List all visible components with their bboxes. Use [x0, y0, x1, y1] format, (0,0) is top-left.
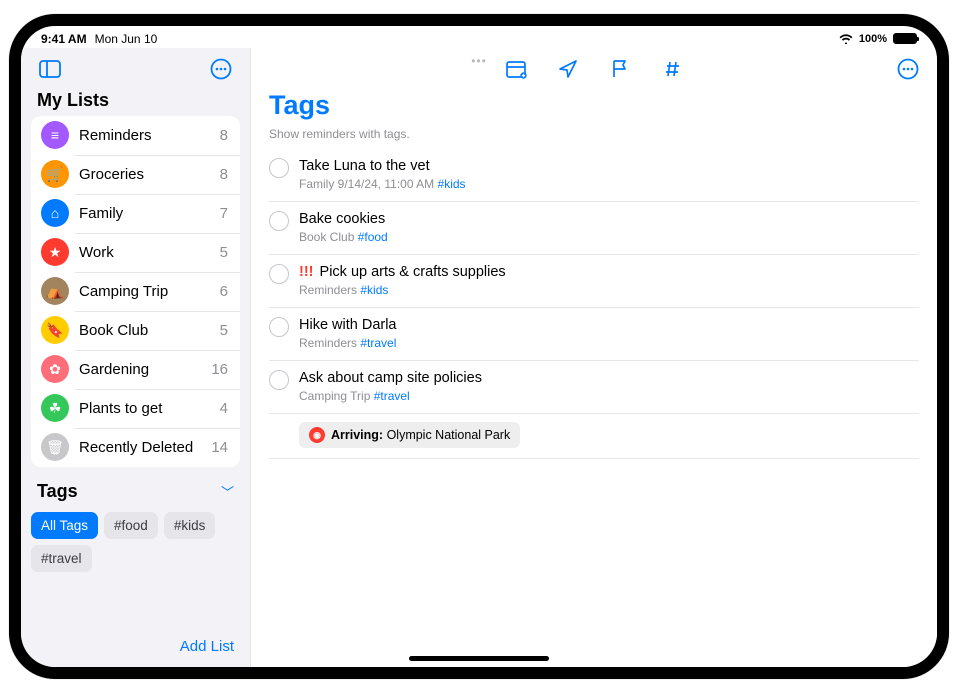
tag-alltags[interactable]: All Tags — [31, 512, 98, 539]
tag-kids[interactable]: #kids — [164, 512, 216, 539]
reminder-meta: Reminders #travel — [299, 336, 919, 350]
leaf-icon: ☘ — [41, 394, 69, 422]
list-name: Groceries — [79, 166, 220, 183]
reminder-row[interactable]: Bake cookies Book Club #food — [269, 202, 919, 255]
main-more-icon[interactable] — [893, 54, 923, 84]
list-name: Recently Deleted — [79, 439, 211, 456]
list-count: 6 — [220, 283, 228, 300]
reminder-title: !!! Pick up arts & crafts supplies — [299, 263, 919, 281]
reminder-title: Bake cookies — [299, 210, 919, 228]
status-time: 9:41 AM — [41, 32, 87, 46]
sidebar-list-recently-deleted[interactable]: 🗑 Recently Deleted 14 — [31, 428, 240, 467]
list-count: 5 — [220, 322, 228, 339]
more-icon[interactable] — [206, 54, 236, 84]
reminder-meta: Reminders #kids — [299, 283, 919, 297]
sidebar: My Lists ≡ Reminders 8🛒 Groceries 8⌂ Fam… — [21, 48, 251, 667]
reminder-title: Ask about camp site policies — [299, 369, 919, 387]
reminder-meta: Camping Trip #travel — [299, 389, 919, 403]
list-name: Gardening — [79, 361, 211, 378]
battery-icon — [893, 33, 917, 44]
list-name: Work — [79, 244, 220, 261]
bookmark-icon: 🔖 — [41, 316, 69, 344]
list-name: Family — [79, 205, 220, 222]
sidebar-list-groceries[interactable]: 🛒 Groceries 8 — [31, 155, 240, 194]
reminder-checkbox[interactable] — [269, 264, 289, 284]
sidebar-list-camping-trip[interactable]: ⛺ Camping Trip 6 — [31, 272, 240, 311]
location-dot-icon: ◉ — [309, 427, 325, 443]
list-name: Reminders — [79, 127, 220, 144]
reminder-checkbox[interactable] — [269, 317, 289, 337]
tags-section-title: Tags — [37, 481, 78, 502]
reminder-checkbox[interactable] — [269, 158, 289, 178]
sidebar-toggle-icon[interactable] — [35, 54, 65, 84]
reminder-checkbox[interactable] — [269, 370, 289, 390]
main-panel: Tags Show reminders with tags. Take Luna… — [251, 48, 937, 667]
reminder-row[interactable]: Hike with Darla Reminders #travel — [269, 308, 919, 361]
status-date: Mon Jun 10 — [95, 32, 158, 46]
cart-icon: 🛒 — [41, 160, 69, 188]
list-count: 8 — [220, 166, 228, 183]
sidebar-list-reminders[interactable]: ≡ Reminders 8 — [31, 116, 240, 155]
list-icon: ≡ — [41, 121, 69, 149]
sidebar-list-family[interactable]: ⌂ Family 7 — [31, 194, 240, 233]
reminder-checkbox[interactable] — [269, 211, 289, 231]
sidebar-list-work[interactable]: ★ Work 5 — [31, 233, 240, 272]
status-bar: 9:41 AM Mon Jun 10 100% — [21, 26, 937, 48]
location-pill[interactable]: ◉Arriving: Olympic National Park — [299, 422, 520, 448]
house-icon: ⌂ — [41, 199, 69, 227]
wifi-icon — [839, 33, 853, 44]
flower-icon: ✿ — [41, 355, 69, 383]
location-icon[interactable] — [555, 56, 581, 82]
home-indicator[interactable] — [409, 656, 549, 661]
list-name: Camping Trip — [79, 283, 220, 300]
reminder-row[interactable]: Ask about camp site policies Camping Tri… — [269, 361, 919, 414]
battery-percent: 100% — [859, 33, 887, 45]
chevron-down-icon[interactable]: ﹀ — [221, 482, 234, 501]
sidebar-list-gardening[interactable]: ✿ Gardening 16 — [31, 350, 240, 389]
list-count: 8 — [220, 127, 228, 144]
new-reminder-template-icon[interactable] — [503, 56, 529, 82]
sidebar-list-book-club[interactable]: 🔖 Book Club 5 — [31, 311, 240, 350]
tent-icon: ⛺ — [41, 277, 69, 305]
list-count: 14 — [211, 439, 228, 456]
page-title: Tags — [251, 90, 937, 123]
page-subtitle: Show reminders with tags. — [251, 123, 937, 149]
list-count: 4 — [220, 400, 228, 417]
list-count: 5 — [220, 244, 228, 261]
reminder-meta: Family 9/14/24, 11:00 AM #kids — [299, 177, 919, 191]
reminder-row[interactable]: !!! Pick up arts & crafts supplies Remin… — [269, 255, 919, 308]
list-count: 7 — [220, 205, 228, 222]
sidebar-list-plants-to-get[interactable]: ☘ Plants to get 4 — [31, 389, 240, 428]
list-count: 16 — [211, 361, 228, 378]
list-name: Plants to get — [79, 400, 220, 417]
flag-icon[interactable] — [607, 56, 633, 82]
reminder-title: Hike with Darla — [299, 316, 919, 334]
reminder-row[interactable]: Take Luna to the vet Family 9/14/24, 11:… — [269, 149, 919, 202]
reminder-title: Take Luna to the vet — [299, 157, 919, 175]
hashtag-icon[interactable] — [659, 56, 685, 82]
tag-food[interactable]: #food — [104, 512, 158, 539]
star-icon: ★ — [41, 238, 69, 266]
my-lists-title: My Lists — [21, 90, 250, 116]
add-list-button[interactable]: Add List — [21, 626, 250, 667]
trash-icon: 🗑 — [41, 433, 69, 461]
list-name: Book Club — [79, 322, 220, 339]
tag-travel[interactable]: #travel — [31, 545, 92, 572]
reminder-meta: Book Club #food — [299, 230, 919, 244]
